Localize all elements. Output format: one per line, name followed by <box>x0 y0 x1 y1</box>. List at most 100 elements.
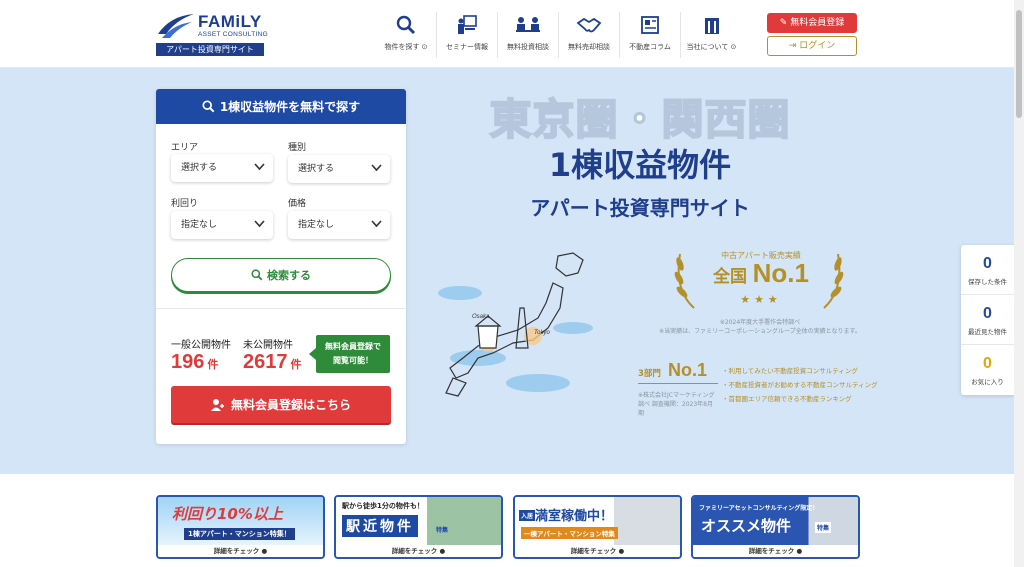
search-icon <box>251 269 263 281</box>
banner-image: ファミリーアセットコンサルティング限定！ オススメ物件 特集 <box>693 497 858 545</box>
user-add-icon <box>210 398 224 411</box>
saved-conditions-button[interactable]: 0 保存した条件 <box>961 245 1014 295</box>
side-quick-panel: 0 保存した条件 0 最近見た物件 0 お気に入り <box>961 245 1014 395</box>
banner-headline: 利回り10%以上 <box>172 505 283 523</box>
banner-fully-occupied[interactable]: 入居 満室稼働中！ 一棟アパート・マンション特集 詳細をチェック ● <box>513 495 682 559</box>
public-count: 196 件 <box>171 351 218 374</box>
award3-item: ・利用してみたい不動産投資コンサルティング <box>722 367 858 375</box>
award3-list: ・利用してみたい不動産投資コンサルティング ・不動産投資者がお勧めする不動産コン… <box>722 364 878 406</box>
scrollbar-thumb[interactable] <box>1016 10 1022 118</box>
search-icon <box>202 100 215 113</box>
price-select[interactable]: 指定なし <box>288 211 390 239</box>
banner-headline: ファミリーアセットコンサルティング限定！ <box>699 505 819 512</box>
private-count: 2617 件 <box>243 351 302 374</box>
chevron-down-icon <box>371 220 382 228</box>
nav-seminar[interactable]: セミナー情報 <box>437 12 498 58</box>
search-icon <box>396 15 416 35</box>
award3-item: ・不動産投資者がお勧めする不動産コンサルティング <box>722 381 878 389</box>
banner-footer: 詳細をチェック ● <box>336 545 501 557</box>
award3-divider <box>638 383 718 384</box>
site-logo[interactable]: FAMiLY ASSET CONSULTING アパート投資専門サイト <box>156 10 268 58</box>
building-icon <box>704 18 719 34</box>
type-select[interactable]: 選択する <box>288 155 390 183</box>
saved-conditions-label: 保存した条件 <box>968 278 1007 286</box>
site-header: FAMiLY ASSET CONSULTING アパート投資専門サイト 物件を探… <box>0 0 1014 68</box>
header-login-button[interactable]: ⇥ ログイン <box>767 36 857 56</box>
chevron-down-icon <box>254 220 265 228</box>
search-button[interactable]: 検索する <box>171 258 391 292</box>
logo-tagline: ASSET CONSULTING <box>198 31 268 38</box>
register-label: 無料会員登録 <box>790 18 845 28</box>
price-label: 価格 <box>288 199 307 209</box>
area-select-value: 選択する <box>181 163 218 173</box>
banner-tag: 特集 <box>815 522 832 533</box>
search-button-label: 検索する <box>267 269 311 282</box>
nav-sale[interactable]: 無料売却相談 <box>559 12 620 58</box>
nav-column[interactable]: 不動産コラム <box>620 12 681 58</box>
logo-swoosh-icon <box>158 14 194 38</box>
nav-label: 物件を探す ⊙ <box>384 43 428 51</box>
page-scrollbar[interactable] <box>1014 0 1024 567</box>
count-unit: 件 <box>207 359 219 371</box>
search-panel-header: 1棟収益物件を無料で探す <box>156 89 406 124</box>
consultation-icon <box>516 17 540 32</box>
banner-image: 利回り10%以上 1棟アパート・マンション特集！ <box>158 497 323 545</box>
banner-footer: 詳細をチェック ● <box>158 545 323 557</box>
banner-high-yield[interactable]: 利回り10%以上 1棟アパート・マンション特集！ 詳細をチェック ● <box>156 495 325 559</box>
hero-title: 東京圏・関西圏 <box>488 94 791 145</box>
private-count-value: 2617 <box>243 351 288 373</box>
type-select-value: 選択する <box>298 164 335 174</box>
favorites-button[interactable]: 0 お気に入り <box>961 345 1014 395</box>
award-note-1: ※2024年度大手署作会特調べ <box>719 319 801 326</box>
area-select[interactable]: 選択する <box>171 154 273 182</box>
banner-tag: 特集 <box>436 527 449 534</box>
nav-about[interactable]: 当社について ⊙ <box>681 12 742 58</box>
nav-label: セミナー情報 <box>446 43 488 51</box>
header-register-button[interactable]: ✎ 無料会員登録 <box>767 13 857 33</box>
badge-line-2: 閲覧可能！ <box>333 356 373 365</box>
area-label: エリア <box>171 143 199 153</box>
banner-image: 駅から徒歩1分の物件も！ 駅近物件 特集 <box>336 497 501 545</box>
public-count-value: 196 <box>171 351 205 373</box>
banner-recommended[interactable]: ファミリーアセットコンサルティング限定！ オススメ物件 特集 詳細をチェック ● <box>691 495 860 559</box>
award-stars-icon: ★★★ <box>740 293 782 306</box>
main-nav: 物件を探す ⊙ セミナー情報 無料投資相談 無料売却相談 不動産コラム 当社につ… <box>376 12 742 58</box>
column-icon <box>641 16 659 34</box>
register-cta-button[interactable]: 無料会員登録はこちら <box>171 386 391 423</box>
nav-label: 不動産コラム <box>629 43 671 51</box>
banner-footer: 詳細をチェック ● <box>693 545 858 557</box>
banner-subline: オススメ物件 <box>701 517 792 535</box>
login-icon: ⇥ <box>788 41 800 51</box>
count-unit: 件 <box>290 359 302 371</box>
register-hint-badge: 無料会員登録で 閲覧可能！ <box>309 335 390 373</box>
nav-label: 無料売却相談 <box>568 43 610 51</box>
banner-footer: 詳細をチェック ● <box>515 545 680 557</box>
yield-label: 利回り <box>171 199 199 209</box>
award3-item: ・首都圏エリア信頼できる不動産ランキング <box>722 395 852 403</box>
nav-consultation[interactable]: 無料投資相談 <box>498 12 559 58</box>
nav-search[interactable]: 物件を探す ⊙ <box>376 12 437 58</box>
award3-rank: No.1 <box>668 360 708 380</box>
award3-label: 3部門 <box>638 369 661 379</box>
award-headline: 全国 No.1 <box>700 258 822 289</box>
badge-line-1: 無料会員登録で <box>325 342 381 351</box>
award-note-2: ※当実績は、ファミリーコーポレーショングループ全体の実績となります。 <box>659 328 861 335</box>
banner-image: 入居 満室稼働中！ 一棟アパート・マンション特集 <box>515 497 680 545</box>
public-count-label: 一般公開物件 <box>171 340 231 351</box>
recently-viewed-button[interactable]: 0 最近見た物件 <box>961 295 1014 345</box>
favorites-count: 0 <box>983 355 992 372</box>
map-label-osaka: Osaka <box>472 314 490 320</box>
logo-name: FAMiLY <box>198 12 262 31</box>
saved-conditions-count: 0 <box>983 255 992 272</box>
hero-subtitle-2: アパート投資専門サイト <box>530 196 750 220</box>
yield-select[interactable]: 指定なし <box>171 211 273 239</box>
panel-divider <box>156 308 406 309</box>
banner-subline: 一棟アパート・マンション特集 <box>521 527 618 539</box>
type-label: 種別 <box>288 143 307 153</box>
banner-tag: 入居 <box>519 510 536 521</box>
banner-station-near[interactable]: 駅から徒歩1分の物件も！ 駅近物件 特集 詳細をチェック ● <box>334 495 503 559</box>
banner-headline: 駅から徒歩1分の物件も！ <box>342 502 424 510</box>
map-label-tokyo: Tokyo <box>534 330 550 336</box>
recently-viewed-label: 最近見た物件 <box>968 328 1007 336</box>
nav-label: 当社について ⊙ <box>686 43 737 51</box>
